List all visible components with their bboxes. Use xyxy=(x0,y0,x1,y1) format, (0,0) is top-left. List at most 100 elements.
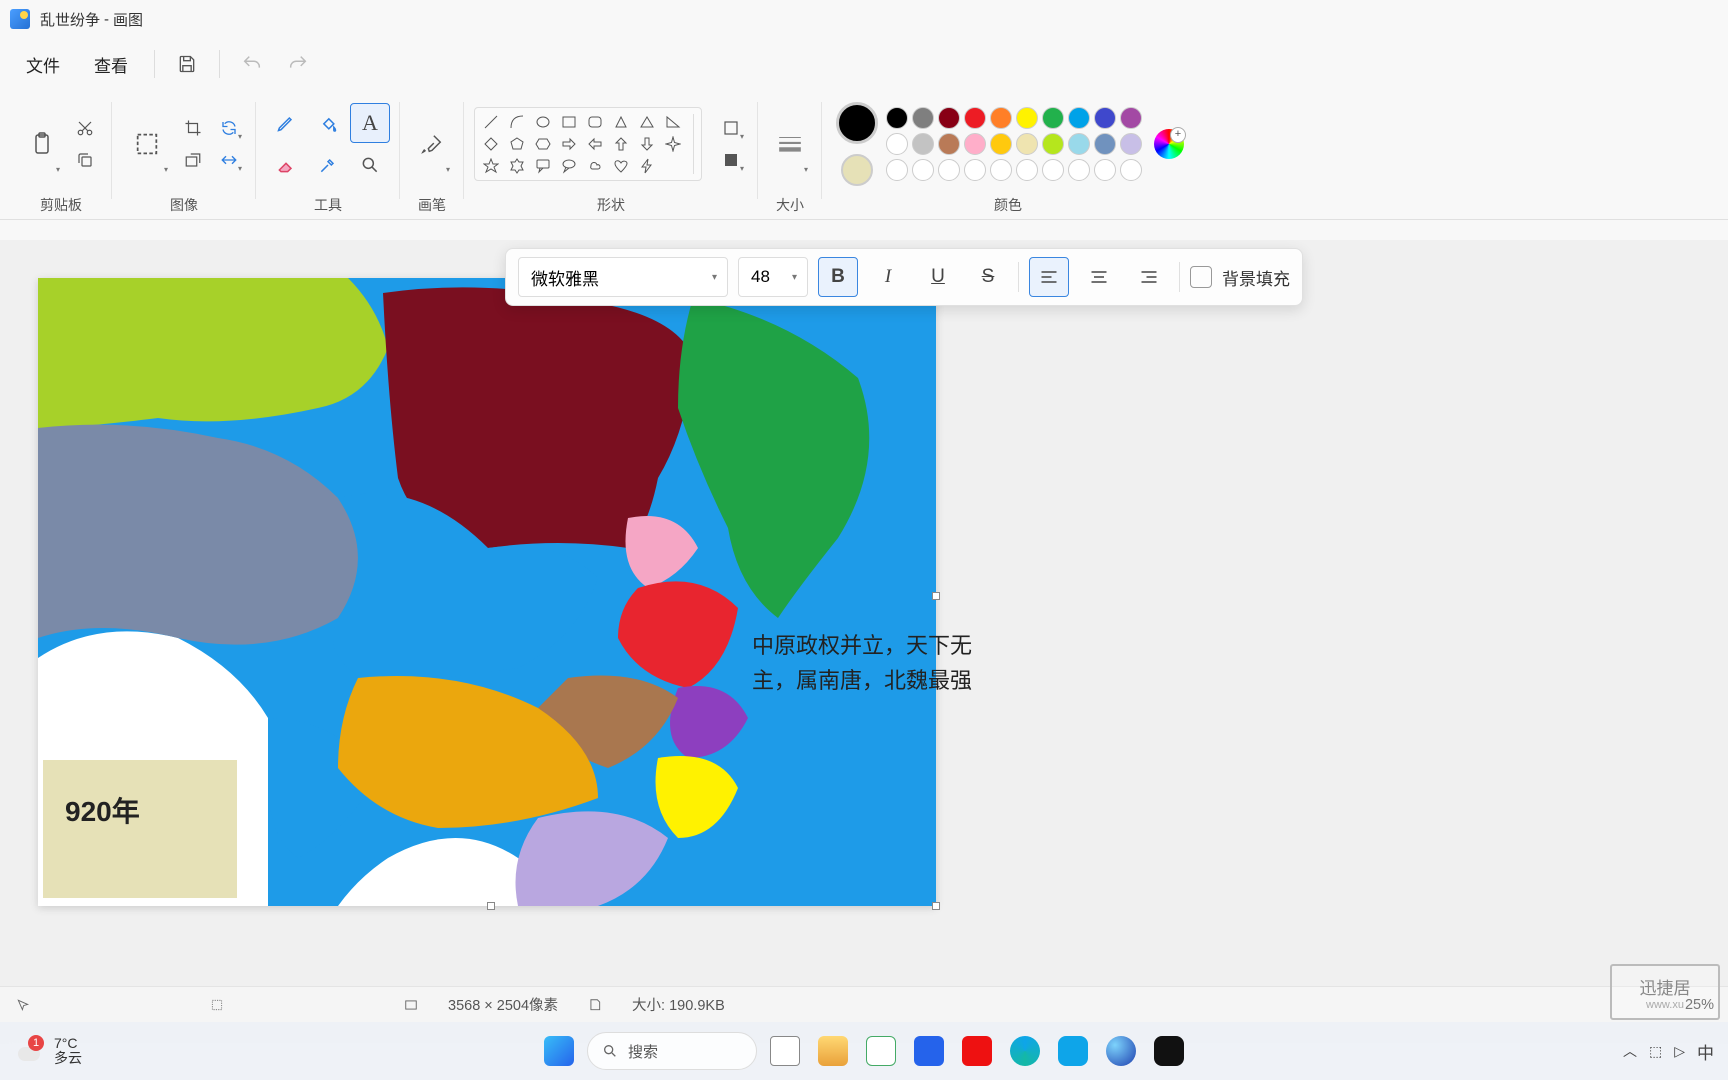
color-swatch[interactable] xyxy=(912,107,934,129)
taskbar-app4[interactable] xyxy=(1101,1031,1141,1071)
color-swatch[interactable] xyxy=(886,159,908,181)
color-swatch[interactable] xyxy=(990,159,1012,181)
color-swatch[interactable] xyxy=(1094,107,1116,129)
shape-arrow-right[interactable] xyxy=(559,134,579,154)
underline-button[interactable]: U xyxy=(918,257,958,297)
tray-icon-2[interactable]: ▷ xyxy=(1674,1043,1685,1060)
shape-callout-cloud[interactable] xyxy=(585,156,605,176)
color-swatch[interactable] xyxy=(1094,133,1116,155)
shape-heart[interactable] xyxy=(611,156,631,176)
taskbar-app5[interactable] xyxy=(1149,1031,1189,1071)
redo-button[interactable] xyxy=(278,44,318,84)
color-swatch[interactable] xyxy=(1016,159,1038,181)
color-swatch[interactable] xyxy=(1068,107,1090,129)
shape-arrow-down[interactable] xyxy=(637,134,657,154)
shape-callout-rect[interactable] xyxy=(533,156,553,176)
color-swatch[interactable] xyxy=(1042,107,1064,129)
picker-tool[interactable] xyxy=(308,145,348,185)
shapes-gallery[interactable] xyxy=(474,107,702,181)
eraser-tool[interactable] xyxy=(266,145,306,185)
crop-button[interactable] xyxy=(176,113,210,143)
shape-pentagon[interactable] xyxy=(507,134,527,154)
color-swatch[interactable] xyxy=(990,107,1012,129)
color-swatch[interactable] xyxy=(964,133,986,155)
shape-outline-button[interactable]: ▾ xyxy=(714,113,748,143)
flip-button[interactable]: ▾ xyxy=(212,145,246,175)
resize-handle-e[interactable] xyxy=(932,592,940,600)
shape-callout-oval[interactable] xyxy=(559,156,579,176)
italic-button[interactable]: I xyxy=(868,257,908,297)
shape-star5[interactable] xyxy=(481,156,501,176)
resize-handle-se[interactable] xyxy=(932,902,940,910)
select-button[interactable]: ▾ xyxy=(122,112,172,176)
color-swatch[interactable] xyxy=(990,133,1012,155)
align-center-button[interactable] xyxy=(1079,257,1119,297)
color-swatch[interactable] xyxy=(938,107,960,129)
cut-button[interactable] xyxy=(68,113,102,143)
resize-handle-s[interactable] xyxy=(487,902,495,910)
color-swatch[interactable] xyxy=(1120,159,1142,181)
color-swatch[interactable] xyxy=(886,133,908,155)
taskbar-edge[interactable] xyxy=(1005,1031,1045,1071)
taskbar-app3[interactable] xyxy=(1053,1031,1093,1071)
color-swatch[interactable] xyxy=(1120,133,1142,155)
color-swatch[interactable] xyxy=(1120,107,1142,129)
color-swatch[interactable] xyxy=(1094,159,1116,181)
shape-star4[interactable] xyxy=(663,134,683,154)
strikethrough-button[interactable]: S xyxy=(968,257,1008,297)
system-tray[interactable]: ︿ ⬚ ▷ 中 xyxy=(1623,1039,1728,1064)
shape-fill-button[interactable]: ▾ xyxy=(714,145,748,175)
align-right-button[interactable] xyxy=(1129,257,1169,297)
taskbar-weather[interactable]: 7°C 多云 xyxy=(0,1035,96,1067)
fill-tool[interactable] xyxy=(308,103,348,143)
shape-hexagon[interactable] xyxy=(533,134,553,154)
font-size-select[interactable]: 48▾ xyxy=(738,257,808,297)
start-button[interactable] xyxy=(539,1031,579,1071)
color-swatch[interactable] xyxy=(964,107,986,129)
rotate-button[interactable]: ▾ xyxy=(212,113,246,143)
taskbar-store[interactable] xyxy=(861,1031,901,1071)
menu-view[interactable]: 查看 xyxy=(80,44,142,85)
color-swatch[interactable] xyxy=(1068,133,1090,155)
color-swatch[interactable] xyxy=(938,133,960,155)
shape-triangle[interactable] xyxy=(637,112,657,132)
shape-right-triangle[interactable] xyxy=(663,112,683,132)
size-button[interactable]: ▾ xyxy=(768,112,812,176)
align-left-button[interactable] xyxy=(1029,257,1069,297)
taskbar-app1[interactable] xyxy=(909,1031,949,1071)
shape-arrow-left[interactable] xyxy=(585,134,605,154)
resize-button[interactable] xyxy=(176,145,210,175)
zoom-tool[interactable] xyxy=(350,145,390,185)
color-swatch[interactable] xyxy=(1016,107,1038,129)
text-tool[interactable]: A xyxy=(350,103,390,143)
shape-oval[interactable] xyxy=(533,112,553,132)
tray-ime[interactable]: 中 xyxy=(1697,1039,1714,1064)
shape-polygon[interactable] xyxy=(611,112,631,132)
shape-arrow-up[interactable] xyxy=(611,134,631,154)
shape-rect[interactable] xyxy=(559,112,579,132)
copy-button[interactable] xyxy=(68,145,102,175)
shape-star6[interactable] xyxy=(507,156,527,176)
pencil-tool[interactable] xyxy=(266,103,306,143)
canvas[interactable]: 920年 中原政权并立，天下无主，属南唐，北魏最强 xyxy=(38,278,936,906)
taskbar-explorer[interactable] xyxy=(813,1031,853,1071)
color1-button[interactable] xyxy=(836,102,878,144)
taskbar-taskview[interactable] xyxy=(765,1031,805,1071)
color-swatch[interactable] xyxy=(1042,133,1064,155)
save-button[interactable] xyxy=(167,44,207,84)
shape-curve[interactable] xyxy=(507,112,527,132)
color-swatch[interactable] xyxy=(1068,159,1090,181)
taskbar-app2[interactable] xyxy=(957,1031,997,1071)
taskbar-search[interactable]: 搜索 xyxy=(587,1032,757,1070)
color2-button[interactable] xyxy=(841,154,873,186)
brush-button[interactable]: ▾ xyxy=(410,112,454,176)
bg-fill-checkbox[interactable] xyxy=(1190,266,1212,288)
color-swatch[interactable] xyxy=(886,107,908,129)
shape-roundrect[interactable] xyxy=(585,112,605,132)
canvas-area[interactable]: 920年 中原政权并立，天下无主，属南唐，北魏最强 xyxy=(0,240,1728,1044)
color-swatch[interactable] xyxy=(1042,159,1064,181)
tray-icon-1[interactable]: ⬚ xyxy=(1649,1043,1662,1060)
color-swatch[interactable] xyxy=(1016,133,1038,155)
shape-line[interactable] xyxy=(481,112,501,132)
bold-button[interactable]: B xyxy=(818,257,858,297)
